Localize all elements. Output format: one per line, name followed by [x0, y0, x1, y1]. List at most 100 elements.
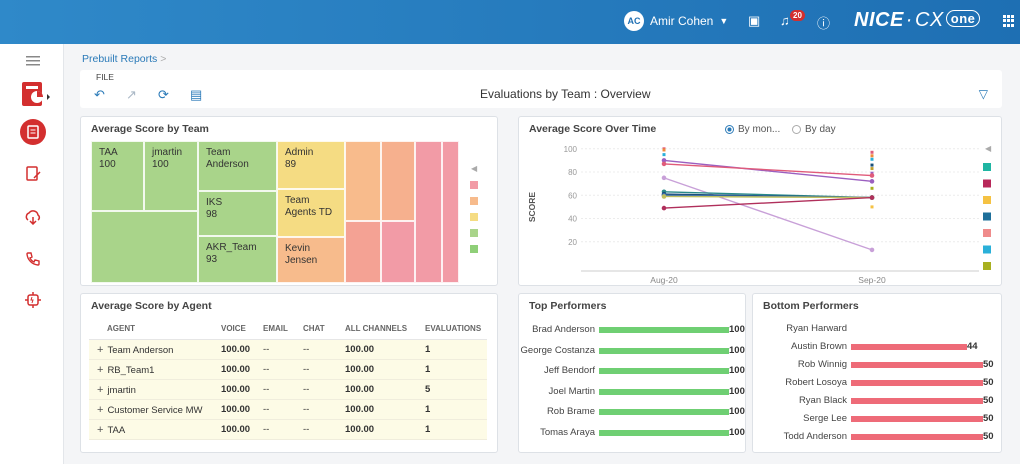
column-header[interactable]: EMAIL [259, 319, 299, 340]
treemap-cell[interactable]: Team Agents TD [277, 189, 345, 237]
legend-swatch[interactable] [983, 179, 991, 188]
nav-cloud-icon[interactable] [20, 204, 46, 230]
treemap-cell[interactable]: Team Anderson [198, 141, 277, 191]
bar-row[interactable]: Joel Martin 100 [519, 385, 745, 399]
file-menu[interactable]: FILE [96, 72, 114, 82]
legend-swatch[interactable] [470, 229, 478, 237]
bar-row[interactable]: Rob Brame 100 [519, 405, 745, 419]
data-point[interactable] [870, 157, 874, 161]
treemap-cell[interactable] [442, 141, 459, 283]
treemap-cell[interactable] [415, 141, 442, 283]
refresh-icon[interactable]: ⟳ [158, 87, 169, 103]
agent-cell[interactable]: + RB_Team1 [89, 359, 217, 380]
undo-icon[interactable]: ↶ [94, 87, 105, 103]
bar-row[interactable]: Jeff Bendorf 100 [519, 364, 745, 378]
breadcrumb-prebuilt-reports[interactable]: Prebuilt Reports [82, 53, 157, 65]
radio-by-day[interactable]: By day [792, 124, 836, 135]
expand-icon[interactable]: + [97, 384, 103, 396]
series-line[interactable] [663, 196, 873, 209]
data-point[interactable] [869, 173, 875, 178]
data-point[interactable] [661, 175, 667, 181]
bar[interactable] [599, 388, 729, 395]
bar[interactable] [851, 380, 983, 386]
bar-row[interactable]: Brad Anderson 100 [519, 323, 745, 337]
treemap-cell[interactable] [381, 141, 415, 221]
treemap-cell[interactable]: jmartin 100 [144, 141, 198, 211]
agent-cell[interactable]: + jmartin [89, 379, 217, 400]
bar-row[interactable]: Austin Brown 44 [753, 340, 1001, 354]
treemap-cell[interactable]: TAA 100 [91, 141, 144, 211]
nav-evaluations-icon[interactable] [20, 161, 46, 187]
bar[interactable] [851, 434, 983, 440]
agent-cell[interactable]: + Customer Service MW [89, 399, 217, 420]
treemap-cell[interactable]: AKR_Team 93 [198, 236, 277, 283]
redo-icon[interactable]: ↗ [126, 87, 137, 103]
nav-phone-icon[interactable] [20, 246, 46, 272]
data-point[interactable] [870, 154, 874, 158]
data-point[interactable] [661, 161, 667, 167]
table-row[interactable]: + RB_Team1 100.00 -- -- 100.00 1 [89, 359, 487, 380]
expand-icon[interactable]: + [97, 344, 103, 356]
legend-swatch[interactable] [470, 181, 478, 189]
agent-cell[interactable]: + Team Anderson [89, 339, 217, 360]
legend-swatch[interactable] [983, 229, 991, 237]
series-line[interactable] [663, 159, 873, 183]
column-header[interactable]: ALL CHANNELS [341, 319, 421, 340]
bar[interactable] [599, 429, 729, 436]
bar[interactable] [851, 416, 983, 422]
treemap-cell[interactable]: IKS 98 [198, 191, 277, 236]
legend-swatch[interactable] [983, 212, 991, 221]
help-icon[interactable]: ⓘ [817, 13, 830, 32]
agent-cell[interactable]: + TAA [89, 419, 217, 440]
menu-icon[interactable] [20, 52, 46, 70]
bar[interactable] [599, 327, 729, 333]
details-icon[interactable]: ▤ [190, 87, 202, 103]
table-row[interactable]: + Customer Service MW 100.00 -- -- 100.00… [89, 399, 487, 420]
data-point[interactable] [662, 153, 666, 157]
reports-app-icon[interactable] [20, 79, 50, 109]
table-row[interactable]: + TAA 100.00 -- -- 100.00 1 [89, 419, 487, 440]
data-point[interactable] [869, 247, 875, 253]
legend-scroll-left-icon[interactable]: ◀ [471, 164, 477, 173]
nav-reports-icon[interactable] [20, 119, 46, 145]
column-header[interactable]: AGENT [89, 319, 217, 340]
radio-by-month[interactable]: By mon... [725, 124, 780, 135]
bar[interactable] [599, 347, 729, 354]
data-point[interactable] [869, 179, 875, 184]
table-row[interactable]: + jmartin 100.00 -- -- 100.00 5 [89, 379, 487, 400]
bar[interactable] [851, 344, 967, 350]
table-row[interactable]: + Team Anderson 100.00 -- -- 100.00 1 [89, 339, 487, 360]
bar-row[interactable]: Robert Losoya 50 [753, 376, 1001, 390]
bar-row[interactable]: Serge Lee 50 [753, 412, 1001, 426]
data-point[interactable] [662, 148, 666, 152]
bar[interactable] [599, 368, 729, 374]
expand-icon[interactable]: + [97, 424, 103, 436]
nav-settings-icon[interactable] [20, 287, 46, 313]
data-point[interactable] [870, 186, 874, 190]
filter-icon[interactable]: ▽ [979, 87, 988, 101]
monitor-icon[interactable]: ▣ [748, 13, 760, 29]
column-header[interactable]: EVALUATIONS [421, 319, 487, 340]
data-point[interactable] [870, 150, 874, 154]
data-point[interactable] [661, 205, 667, 211]
column-header[interactable]: VOICE [217, 319, 259, 340]
bar-row[interactable]: Rob Winnig 50 [753, 358, 1001, 372]
legend-swatch[interactable] [983, 163, 991, 171]
expand-icon[interactable]: + [97, 404, 103, 416]
series-line[interactable] [663, 163, 873, 177]
legend-scroll-left-icon[interactable]: ◀ [985, 144, 992, 153]
data-point[interactable] [870, 205, 874, 209]
legend-swatch[interactable] [983, 196, 991, 204]
treemap-cell[interactable] [345, 221, 381, 283]
legend-swatch[interactable] [983, 262, 991, 270]
series-line[interactable] [663, 177, 873, 251]
app-launcher-icon[interactable] [1003, 15, 1015, 27]
bell-icon[interactable]: ♫ [780, 13, 790, 28]
treemap-cell[interactable] [381, 221, 415, 283]
data-point[interactable] [870, 163, 874, 167]
data-point[interactable] [869, 195, 875, 200]
bar-row[interactable]: Tomas Araya 100 [519, 426, 745, 440]
treemap-cell[interactable]: Admin 89 [277, 141, 345, 189]
legend-swatch[interactable] [470, 245, 478, 253]
legend-swatch[interactable] [983, 245, 991, 254]
